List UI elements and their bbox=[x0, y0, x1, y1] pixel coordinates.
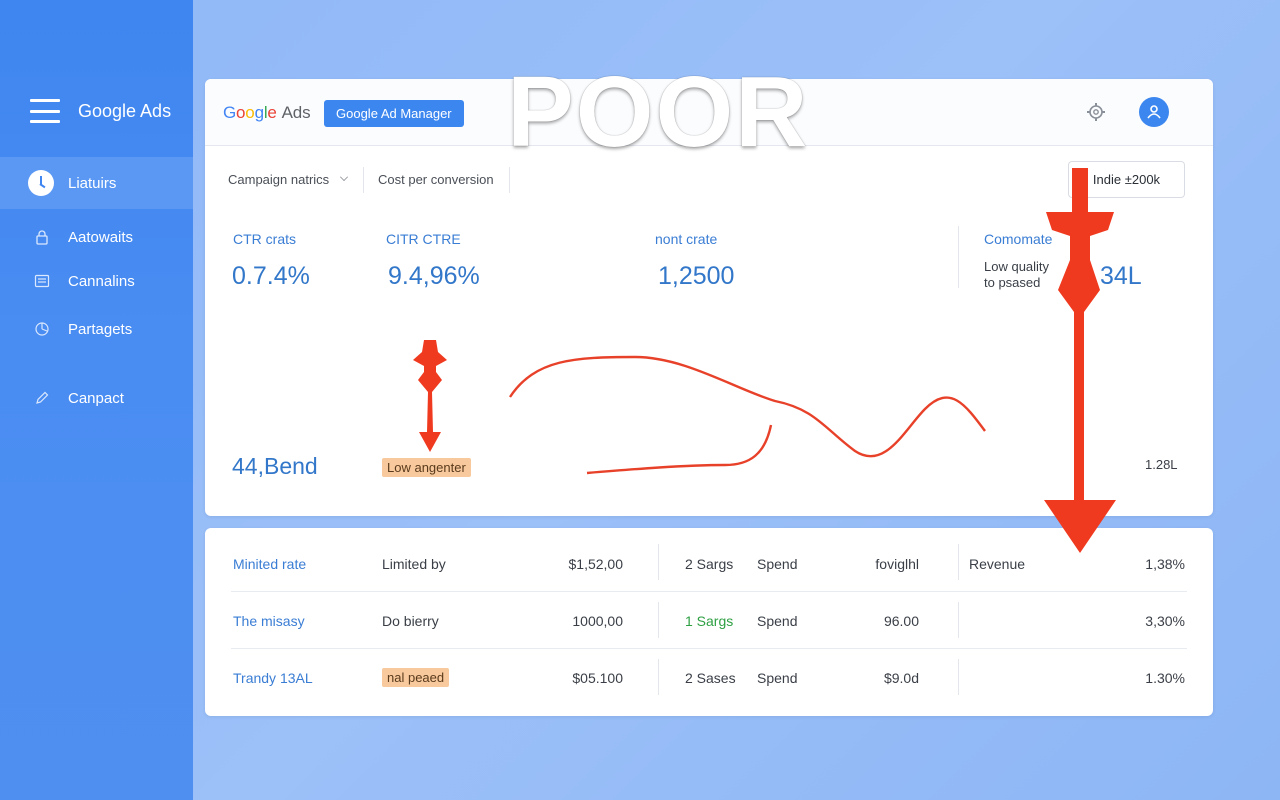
sidebar-brand: Google Ads bbox=[30, 97, 171, 125]
campaign-metric: foviglhl bbox=[875, 556, 919, 572]
campaign-percent: 3,30% bbox=[1145, 613, 1185, 629]
poor-headline: POOR bbox=[507, 56, 810, 168]
campaign-amount: $05.100 bbox=[572, 670, 623, 686]
table-row[interactable]: The misasy Do bierry 1000,00 1 Sargs Spe… bbox=[205, 593, 1213, 650]
pie-icon bbox=[34, 321, 50, 337]
trend-line-upper bbox=[508, 355, 986, 458]
campaign-status-badge: nal peaed bbox=[382, 668, 450, 687]
sidebar-item-label: Aatowaits bbox=[68, 228, 134, 246]
sidebar-item-label: Canpact bbox=[68, 389, 124, 407]
campaign-amount: 1000,00 bbox=[572, 613, 623, 629]
edit-icon bbox=[34, 390, 50, 406]
low-quality-badge: Low angenter bbox=[382, 458, 471, 477]
table-row[interactable]: Minited rate Limited by $1,52,00 2 Sargs… bbox=[205, 536, 1213, 593]
sidebar: Google Ads Liatuirs Aatowaits Cannalins … bbox=[0, 0, 193, 800]
campaign-sargs: 2 Sases bbox=[685, 670, 736, 686]
campaign-spend: Spend bbox=[757, 670, 798, 686]
sidebar-item-cannalins[interactable]: Cannalins bbox=[0, 255, 193, 307]
sidebar-brand-label: Google Ads bbox=[78, 100, 172, 121]
campaign-revenue-label: Revenue bbox=[969, 556, 1026, 572]
row-divider bbox=[231, 648, 1187, 649]
lock-icon bbox=[34, 229, 50, 245]
campaign-sargs: 1 Sargs bbox=[685, 613, 734, 629]
sidebar-item-label: Cannalins bbox=[68, 272, 135, 290]
campaign-name-link[interactable]: The misasy bbox=[233, 613, 305, 629]
sidebar-item-canpact[interactable]: Canpact bbox=[0, 372, 193, 424]
clock-icon bbox=[28, 170, 54, 196]
campaign-amount: $1,52,00 bbox=[568, 556, 624, 572]
campaign-spend: Spend bbox=[757, 613, 798, 629]
sidebar-item-liatuirs[interactable]: Liatuirs bbox=[0, 157, 193, 209]
campaign-name-link[interactable]: Trandy 13AL bbox=[233, 670, 313, 686]
campaign-metric: 96.00 bbox=[883, 613, 919, 629]
trend-total-value: 44,Bend bbox=[232, 453, 318, 479]
campaign-name-link[interactable]: Minited rate bbox=[233, 556, 306, 572]
sidebar-item-partagets[interactable]: Partagets bbox=[0, 303, 193, 355]
row-divider bbox=[231, 591, 1187, 592]
sidebar-item-label: Liatuirs bbox=[68, 174, 117, 192]
campaign-spend: Spend bbox=[757, 556, 798, 572]
campaign-percent: 1.30% bbox=[1145, 670, 1185, 686]
list-icon bbox=[34, 273, 50, 289]
campaign-sargs: 2 Sargs bbox=[685, 556, 734, 572]
trend-line-lower bbox=[586, 424, 773, 475]
campaign-metric: $9.0d bbox=[883, 670, 919, 686]
campaign-table: Minited rate Limited by $1,52,00 2 Sargs… bbox=[205, 528, 1213, 716]
campaign-percent: 1,38% bbox=[1145, 556, 1185, 572]
sidebar-item-label: Partagets bbox=[68, 320, 133, 338]
campaign-status: Do bierry bbox=[382, 613, 439, 629]
menu-icon[interactable] bbox=[30, 99, 60, 123]
campaign-status: Limited by bbox=[382, 556, 446, 572]
table-row[interactable]: Trandy 13AL nal peaed $05.100 2 Sases Sp… bbox=[205, 650, 1213, 707]
trend-right-value: 1.28L bbox=[1145, 457, 1178, 472]
